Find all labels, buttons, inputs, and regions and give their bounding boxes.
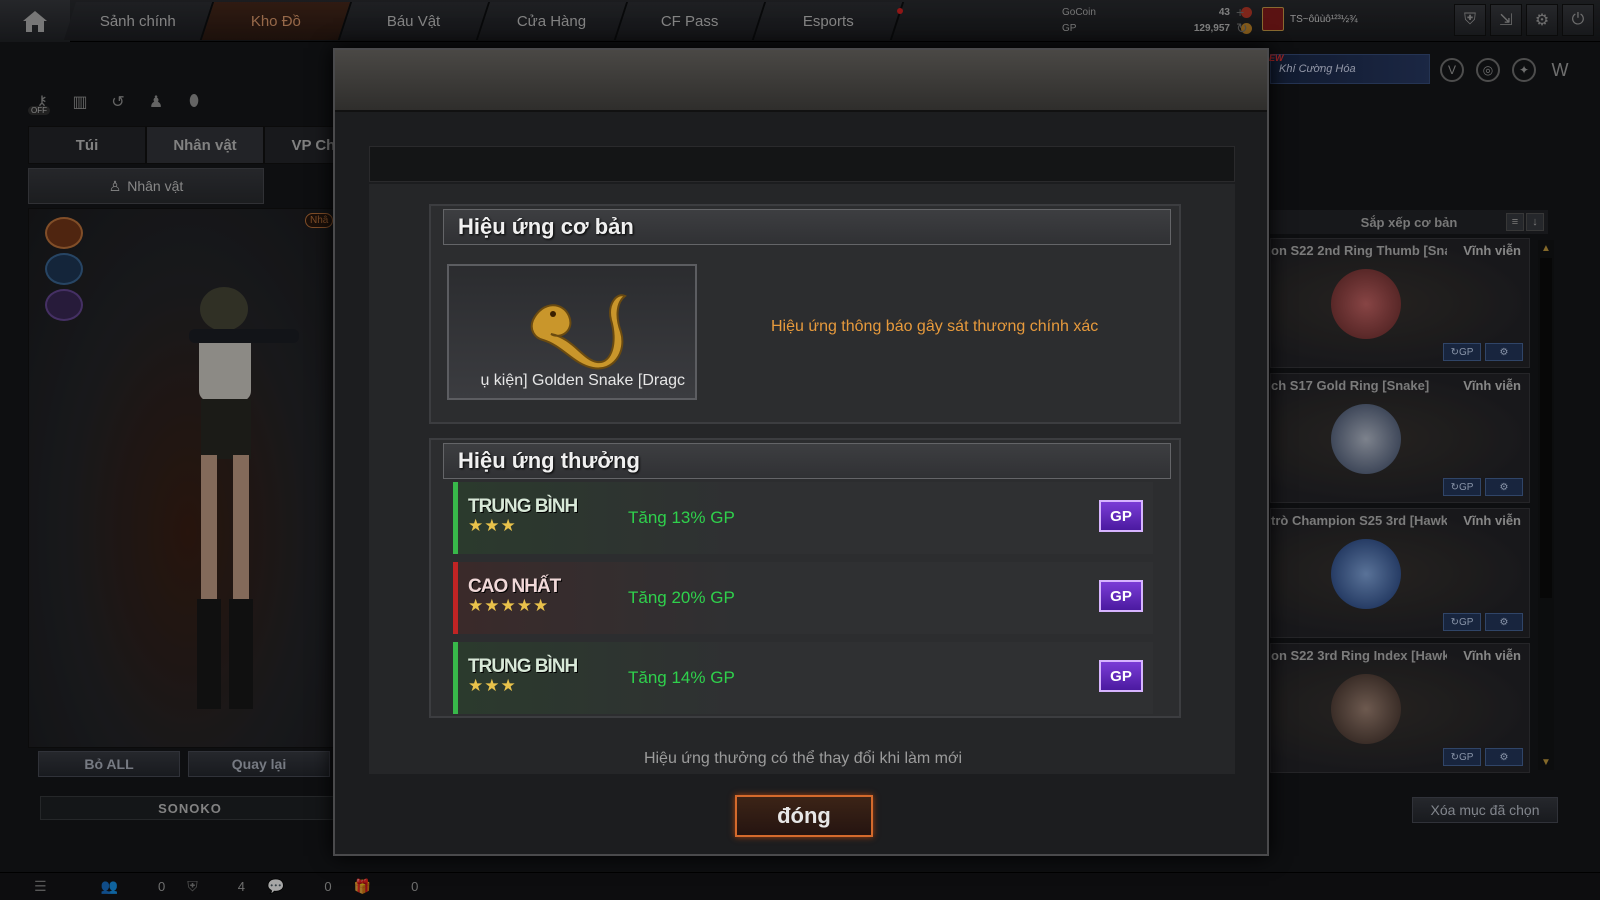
refresh-bonus-button[interactable]: GP (1099, 660, 1143, 692)
dialog-subheader (369, 146, 1235, 182)
refresh-gp-icon: GP (1110, 507, 1132, 525)
bonus-effect-section: Hiệu ứng thưởng TRUNG BÌNH ★★★ Tăng 13% … (429, 438, 1181, 718)
bonus-stars: ★★★★★ (468, 596, 550, 615)
bonus-row: TRUNG BÌNH ★★★ Tăng 13% GP GP (453, 482, 1153, 554)
bonus-row: TRUNG BÌNH ★★★ Tăng 14% GP GP (453, 642, 1153, 714)
basic-effect-section: Hiệu ứng cơ bản ụ kiện] Golden Snake [Dr… (429, 204, 1181, 424)
effect-item-card: ụ kiện] Golden Snake [Dragc (447, 264, 697, 400)
effect-item-name: ụ kiện] Golden Snake [Dragc (480, 372, 685, 389)
bonus-stars: ★★★ (468, 516, 517, 535)
close-button[interactable]: đóng (735, 795, 873, 837)
refresh-gp-icon: GP (1110, 667, 1132, 685)
basic-effect-text: Hiệu ứng thông báo gây sát thương chính … (771, 318, 1099, 335)
bonus-note: Hiệu ứng thưởng có thể thay đổi khi làm … (643, 750, 963, 767)
bonus-row: CAO NHẤT ★★★★★ Tăng 20% GP GP (453, 562, 1153, 634)
golden-snake-icon (530, 294, 627, 370)
bonus-effect-title: Hiệu ứng thưởng (443, 443, 1171, 479)
bonus-rank: TRUNG BÌNH (468, 496, 578, 517)
bonus-stars: ★★★ (468, 676, 517, 695)
bonus-text: Tăng 20% GP (628, 588, 735, 607)
basic-effect-title: Hiệu ứng cơ bản (443, 209, 1171, 245)
refresh-bonus-button[interactable]: GP (1099, 500, 1143, 532)
refresh-gp-icon: GP (1110, 587, 1132, 605)
effect-dialog: Hiệu ứng cơ bản ụ kiện] Golden Snake [Dr… (333, 48, 1269, 856)
bonus-rank: TRUNG BÌNH (468, 656, 578, 677)
dialog-header (335, 50, 1267, 112)
bonus-rank: CAO NHẤT (468, 576, 561, 597)
refresh-bonus-button[interactable]: GP (1099, 580, 1143, 612)
bonus-text: Tăng 13% GP (628, 508, 735, 527)
bonus-text: Tăng 14% GP (628, 668, 735, 687)
